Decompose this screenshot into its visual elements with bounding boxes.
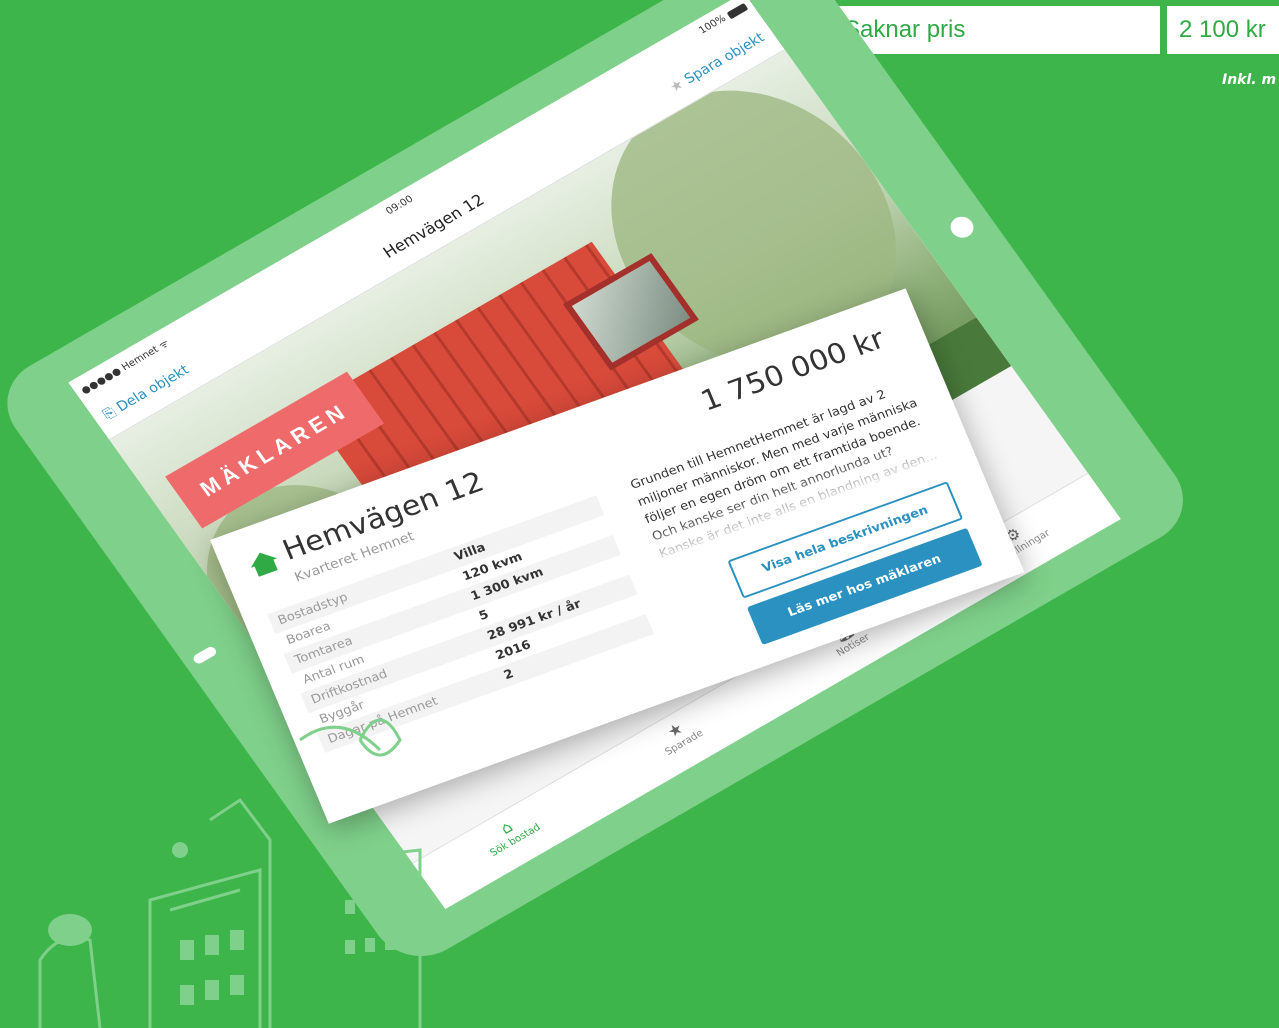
ipad-scene: ●●●●● Hemnet ᯤ 09:00 100% ⎘ Dela objekt … — [0, 0, 1279, 1028]
city-illustration — [38, 718, 422, 1028]
home-icon — [250, 552, 278, 577]
home-button[interactable] — [946, 212, 978, 242]
ipad-camera — [191, 645, 219, 666]
battery-icon — [726, 2, 749, 20]
